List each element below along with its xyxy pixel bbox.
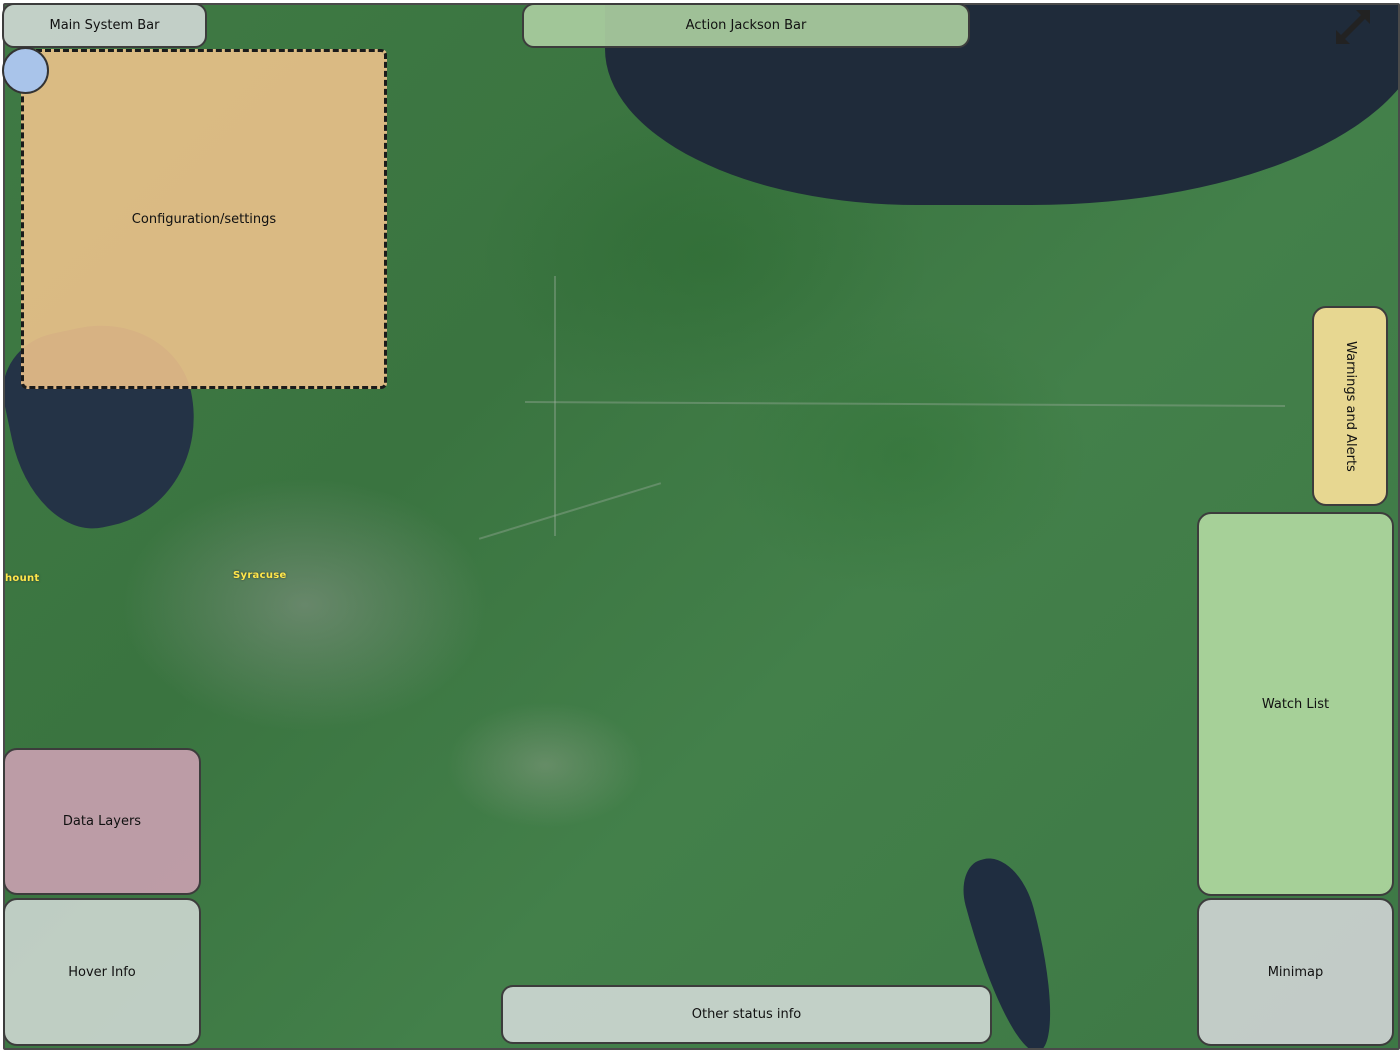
data-layers-panel[interactable]: Data Layers (3, 748, 201, 895)
warnings-and-alerts-label: Warnings and Alerts (1342, 340, 1358, 472)
settings-toggle-handle[interactable] (2, 47, 49, 94)
other-status-info-label: Other status info (691, 1007, 802, 1022)
map-label-left-edge: hount (5, 573, 40, 584)
highway-east-west (525, 401, 1285, 407)
hover-info-label: Hover Info (68, 964, 136, 980)
highway-diagonal (478, 482, 662, 540)
warnings-and-alerts-panel[interactable]: Warnings and Alerts (1312, 306, 1388, 506)
main-system-bar[interactable]: Main System Bar (2, 3, 207, 48)
watch-list-label: Watch List (1261, 696, 1330, 712)
minimap-label: Minimap (1267, 964, 1324, 980)
highway-north-south (554, 276, 556, 536)
map-label-syracuse: Syracuse (233, 570, 287, 581)
configuration-settings-label: Configuration/settings (131, 211, 277, 227)
data-layers-label: Data Layers (62, 814, 142, 829)
watch-list-panel[interactable]: Watch List (1197, 512, 1394, 896)
main-system-bar-label: Main System Bar (49, 18, 160, 33)
other-status-info-bar: Other status info (501, 985, 992, 1044)
minimap-panel[interactable]: Minimap (1197, 898, 1394, 1046)
action-jackson-bar[interactable]: Action Jackson Bar (522, 3, 970, 48)
action-jackson-bar-label: Action Jackson Bar (685, 18, 807, 33)
expand-arrows-icon[interactable] (1334, 8, 1374, 48)
configuration-settings-panel[interactable]: Configuration/settings (21, 49, 387, 389)
hover-info-panel: Hover Info (3, 898, 201, 1046)
